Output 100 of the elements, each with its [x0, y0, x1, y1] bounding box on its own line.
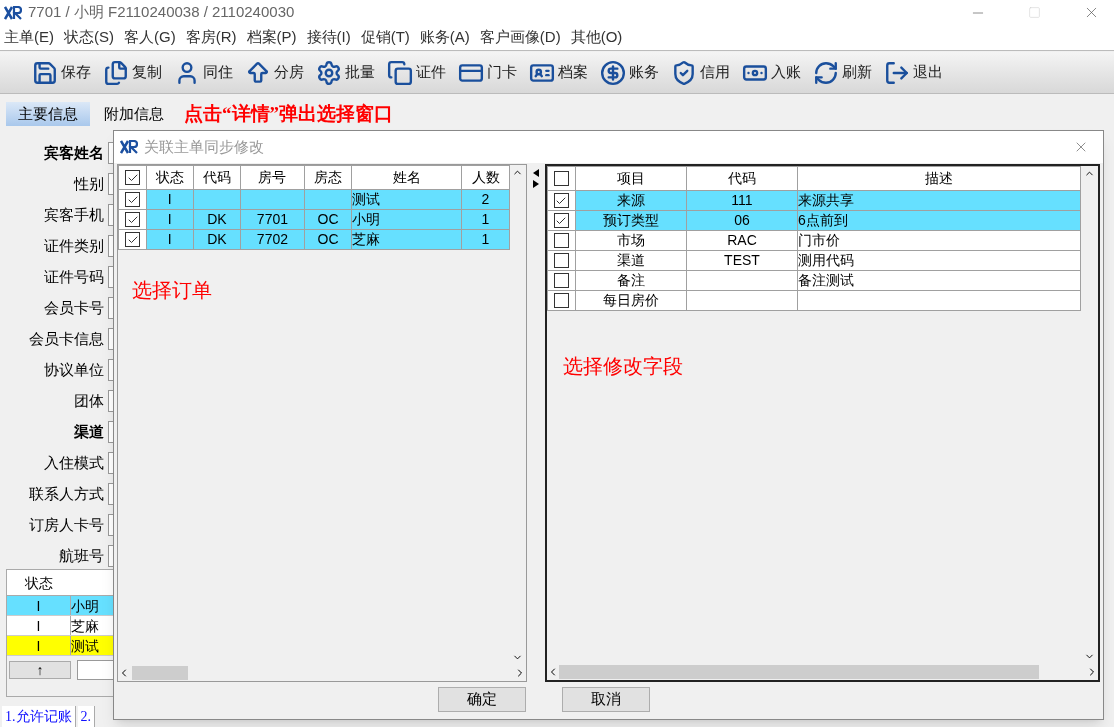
table-cell: I	[167, 211, 172, 227]
menu-item[interactable]: 其他(O)	[570, 26, 623, 49]
table-row[interactable]: I 测试 2	[118, 189, 510, 210]
checkbox[interactable]	[553, 273, 569, 288]
toolbar-button[interactable]: 同住	[174, 59, 233, 86]
table-row[interactable]: I DK 7701 OC 小明 1	[118, 209, 510, 230]
window-title: 7701 / 小明 F2110240038 / 2110240030	[28, 2, 295, 23]
field-label: 协议单位	[44, 359, 104, 380]
table-cell: I	[7, 636, 71, 655]
annotation-text: 选择修改字段	[562, 354, 683, 379]
table-row[interactable]: 每日房价	[547, 290, 1081, 311]
toolbar-button[interactable]: 证件	[387, 59, 446, 86]
column-header[interactable]: 姓名	[351, 165, 462, 190]
field-label: 宾客姓名	[44, 142, 104, 163]
table-row[interactable]: 来源 111 来源共享	[547, 190, 1081, 211]
menu-item[interactable]: 客房(R)	[185, 26, 237, 49]
scrollbar-thumb[interactable]	[132, 666, 188, 680]
checkbox[interactable]	[125, 192, 140, 207]
toolbar-button[interactable]: 退出	[884, 59, 943, 86]
table-cell: 测用代码	[798, 252, 854, 268]
tab[interactable]: 主要信息	[6, 102, 90, 126]
arrow-icon	[245, 59, 271, 86]
toolbar-button[interactable]: 批量	[316, 59, 375, 86]
table-row[interactable]: 预订类型 06 6点前到	[547, 210, 1081, 231]
menu-item[interactable]: 状态(S)	[64, 26, 114, 49]
documents-icon	[103, 59, 129, 86]
field-label: 会员卡号	[44, 297, 104, 318]
table-cell: I	[7, 596, 71, 615]
checkbox[interactable]	[553, 171, 569, 186]
column-header[interactable]: 房态	[304, 165, 352, 190]
table-cell: 每日房价	[602, 292, 659, 308]
checkbox[interactable]	[553, 293, 569, 308]
splitter-arrows-icon[interactable]	[531, 168, 540, 190]
column-header[interactable]: 房号	[240, 165, 305, 190]
annotation-text: 选择订单	[132, 278, 212, 303]
table-row[interactable]: 市场 RAC 门市价	[547, 230, 1081, 251]
column-header[interactable]: 项目	[575, 166, 687, 191]
toolbar-button[interactable]: 档案	[529, 59, 588, 86]
column-header[interactable]: 人数	[461, 165, 510, 190]
menu-item[interactable]: 主单(E)	[4, 26, 54, 49]
column-header[interactable]: 状态	[146, 165, 194, 190]
up-button[interactable]: ↑	[9, 661, 71, 679]
toolbar-button[interactable]: 账务	[600, 59, 659, 86]
scrollbar-thumb[interactable]	[558, 665, 1039, 679]
column-header[interactable]: 代码	[193, 165, 241, 190]
menu-item[interactable]: 接待(I)	[306, 26, 351, 49]
table-row[interactable]: 备注 备注测试	[547, 270, 1081, 291]
shield-check-icon	[671, 59, 697, 86]
menu-item[interactable]: 促销(T)	[360, 26, 410, 49]
table-row[interactable]: I DK 7702 OC 芝麻 1	[118, 229, 510, 250]
table-cell: 备注	[616, 272, 645, 288]
toolbar-button[interactable]: 刷新	[813, 59, 872, 86]
gear-icon	[316, 59, 342, 86]
column-header[interactable]: 描述	[797, 166, 1081, 191]
checkbox[interactable]	[125, 212, 140, 227]
checkbox[interactable]	[125, 170, 140, 185]
checkbox[interactable]	[553, 233, 569, 248]
status-tab[interactable]: 2.	[77, 706, 95, 727]
checkbox[interactable]	[553, 253, 569, 268]
checkbox[interactable]	[553, 193, 569, 208]
field-label: 团体	[74, 390, 104, 411]
toolbar-button[interactable]: 信用	[671, 59, 730, 86]
field-label: 会员卡信息	[29, 328, 104, 349]
table-cell: DK	[207, 211, 227, 227]
field-label: 航班号	[59, 545, 104, 566]
checkbox[interactable]	[125, 232, 140, 247]
table-cell-text: 芝麻	[71, 617, 99, 635]
toolbar-button[interactable]: 分房	[245, 59, 304, 86]
menu-item[interactable]: 客人(G)	[124, 26, 176, 49]
menu-item[interactable]: 账务(A)	[419, 26, 470, 49]
exit-icon	[884, 59, 910, 86]
table-cell: I	[7, 616, 71, 635]
field-label: 证件号码	[44, 266, 104, 287]
field-label: 订房人卡号	[29, 514, 104, 535]
table-cell: 测试	[352, 191, 381, 207]
field-label: 渠道	[74, 421, 104, 442]
toolbar-button[interactable]: 入账	[742, 59, 801, 86]
dialog-button[interactable]: 确定	[437, 686, 526, 712]
field-label: 联系人方式	[29, 483, 104, 504]
table-cell: I	[167, 191, 172, 207]
table-cell: 2	[481, 191, 490, 207]
logo-icon	[120, 140, 138, 154]
logo-icon	[4, 5, 22, 20]
field-label: 证件类别	[44, 235, 104, 256]
table-row[interactable]: 渠道 TEST 测用代码	[547, 250, 1081, 271]
column-header[interactable]: 代码	[686, 166, 798, 191]
menu-item[interactable]: 客户画像(D)	[479, 26, 561, 49]
dialog-button[interactable]: 取消	[561, 686, 650, 712]
toolbar-button[interactable]: 门卡	[458, 59, 517, 86]
table-cell: OC	[317, 211, 339, 227]
toolbar-button[interactable]: 复制	[103, 59, 162, 86]
table-cell: 备注测试	[798, 272, 854, 288]
checkbox[interactable]	[553, 213, 569, 228]
table-cell-text: 小明	[71, 597, 99, 615]
menu-item[interactable]: 档案(P)	[246, 26, 297, 49]
status-tab[interactable]: 1.允许记账	[2, 706, 76, 727]
table-cell: RAC	[727, 232, 757, 248]
table-cell: I	[167, 231, 172, 247]
toolbar-button[interactable]: 保存	[32, 59, 91, 86]
table-cell: DK	[207, 231, 227, 247]
